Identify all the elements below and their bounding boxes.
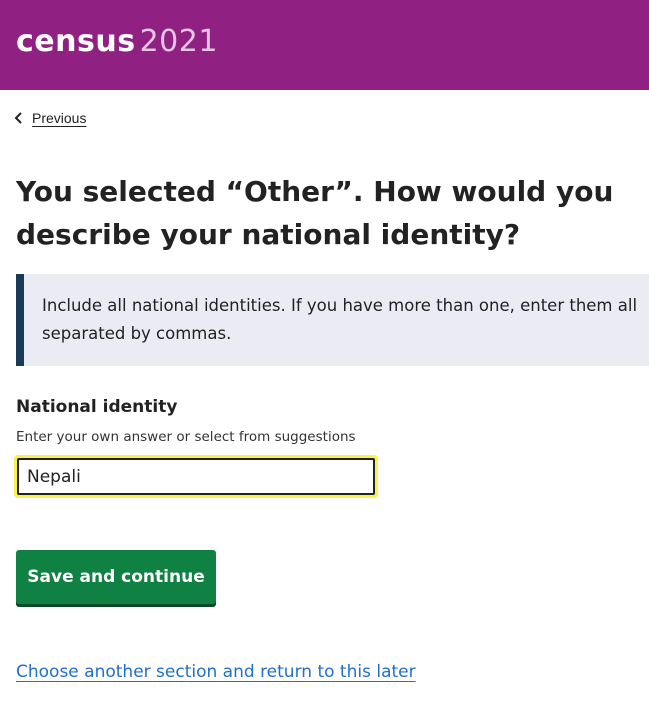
national-identity-label: National identity [16,397,178,417]
national-identity-focus-ring [14,455,378,498]
info-panel-text: Include all national identities. If you … [42,296,638,343]
chevron-left-icon [14,112,22,124]
national-identity-hint: Enter your own answer or select from sug… [16,429,356,445]
info-panel: Include all national identities. If you … [16,274,649,366]
site-header: census 2021 [0,0,649,90]
previous-nav[interactable]: Previous [14,108,86,128]
page-title: You selected “Other”. How would you desc… [16,175,614,251]
previous-link[interactable]: Previous [32,108,86,128]
logo-word: census [16,24,136,59]
logo-year: 2021 [139,24,218,59]
save-and-continue-button[interactable]: Save and continue [16,550,216,604]
choose-another-section-link[interactable]: Choose another section and return to thi… [16,660,416,684]
census-2021-logo[interactable]: census 2021 [16,24,218,60]
national-identity-input[interactable] [17,458,375,495]
